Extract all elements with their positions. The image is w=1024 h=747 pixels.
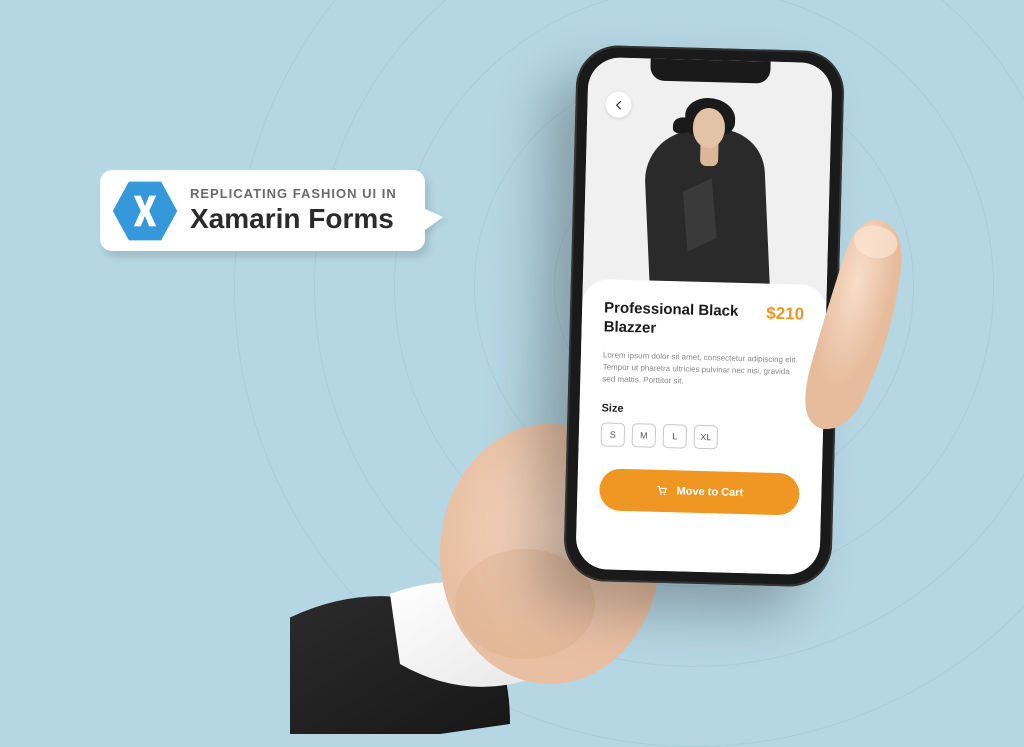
phone-frame: Professional Black Blazzer $210 Lorem ip… [563, 45, 845, 588]
size-options: S M L XL [601, 422, 802, 451]
cart-icon [655, 484, 668, 497]
product-description: Lorem ipsum dolor sit amet, consectetur … [602, 349, 803, 391]
cart-button-label: Move to Cart [676, 485, 743, 499]
product-name: Professional Black Blazzer [603, 299, 756, 340]
title-card: REPLICATING FASHION UI IN Xamarin Forms [100, 170, 425, 251]
size-option-m[interactable]: M [632, 423, 657, 448]
product-hero [582, 57, 832, 303]
model-illustration [634, 88, 779, 302]
size-option-xl[interactable]: XL [694, 424, 719, 449]
move-to-cart-button[interactable]: Move to Cart [599, 468, 800, 515]
product-detail-sheet: Professional Black Blazzer $210 Lorem ip… [575, 279, 827, 575]
size-option-s[interactable]: S [601, 422, 626, 447]
xamarin-icon [110, 176, 180, 246]
back-button[interactable] [605, 91, 632, 118]
size-label: Size [601, 402, 801, 419]
arrow-left-icon [613, 99, 624, 110]
app-screen: Professional Black Blazzer $210 Lorem ip… [575, 57, 832, 575]
card-kicker: REPLICATING FASHION UI IN [190, 186, 397, 201]
product-price: $210 [766, 304, 804, 325]
phone-notch [650, 59, 771, 84]
size-option-l[interactable]: L [663, 424, 688, 449]
card-title: Xamarin Forms [190, 203, 397, 235]
